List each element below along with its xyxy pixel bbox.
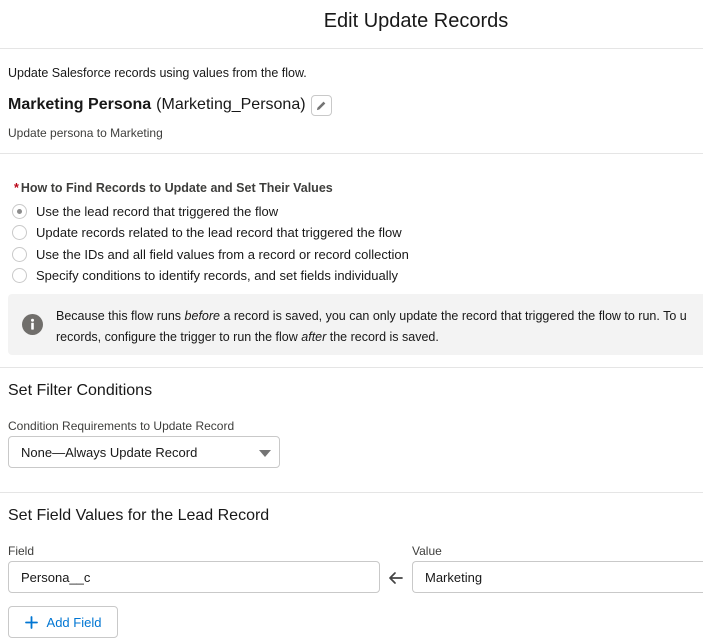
select-value: None—Always Update Record	[21, 445, 198, 460]
radio-option-triggering-record[interactable]: Use the lead record that triggered the f…	[12, 202, 278, 220]
field-column-label: Field	[8, 544, 35, 558]
section-divider	[0, 492, 703, 493]
field-input-value: Persona__c	[21, 570, 91, 585]
radio-button[interactable]	[12, 203, 27, 219]
info-message: Because this flow runs before a record i…	[8, 294, 703, 355]
element-label: Marketing Persona	[8, 96, 152, 113]
field-input[interactable]: Persona__c	[8, 561, 380, 593]
modal-title: Edit Update Records	[323, 10, 509, 32]
pencil-icon	[316, 101, 325, 110]
radio-label: Specify conditions to identify records, …	[36, 267, 399, 283]
section-divider	[0, 367, 703, 368]
radio-label: Use the IDs and all field values from a …	[36, 246, 409, 262]
field-values-section-title: Set Field Values for the Lead Record	[8, 507, 270, 524]
add-field-button[interactable]: Add Field	[8, 606, 118, 638]
how-to-find-label: * How to Find Records to Update and Set T…	[14, 181, 333, 195]
condition-requirements-select[interactable]: None—Always Update Record	[8, 436, 280, 468]
info-text: Because this flow runs before a record i…	[56, 309, 687, 344]
plus-icon	[24, 615, 38, 629]
edit-button[interactable]	[310, 94, 332, 116]
header-divider	[0, 48, 703, 49]
element-description: Update persona to Marketing	[8, 126, 163, 140]
condition-requirements-label: Condition Requirements to Update Record	[8, 419, 235, 433]
arrow-left-icon	[389, 572, 403, 584]
radio-option-ids-collection[interactable]: Use the IDs and all field values from a …	[12, 245, 409, 263]
section-divider	[0, 153, 703, 154]
radio-label: Update records related to the lead recor…	[36, 224, 402, 240]
required-marker: *	[14, 181, 19, 195]
caret-down-icon	[259, 450, 271, 457]
info-icon	[22, 314, 43, 335]
filter-section-title: Set Filter Conditions	[8, 382, 153, 399]
add-field-label: Add Field	[46, 614, 102, 630]
radio-label: Use the lead record that triggered the f…	[36, 203, 279, 219]
element-api-name: (Marketing_Persona)	[156, 96, 306, 113]
element-name-row: Marketing Persona (Marketing_Persona)	[8, 94, 332, 116]
value-input[interactable]: Marketing	[412, 561, 703, 593]
radio-button[interactable]	[12, 224, 27, 240]
radio-option-related-records[interactable]: Update records related to the lead recor…	[12, 223, 402, 241]
element-type-description: Update Salesforce records using values f…	[8, 66, 307, 80]
value-column-label: Value	[412, 544, 442, 558]
radio-option-specify-conditions[interactable]: Specify conditions to identify records, …	[12, 266, 398, 284]
value-input-value: Marketing	[425, 570, 483, 585]
radio-button[interactable]	[12, 267, 27, 283]
radio-button[interactable]	[12, 246, 27, 262]
